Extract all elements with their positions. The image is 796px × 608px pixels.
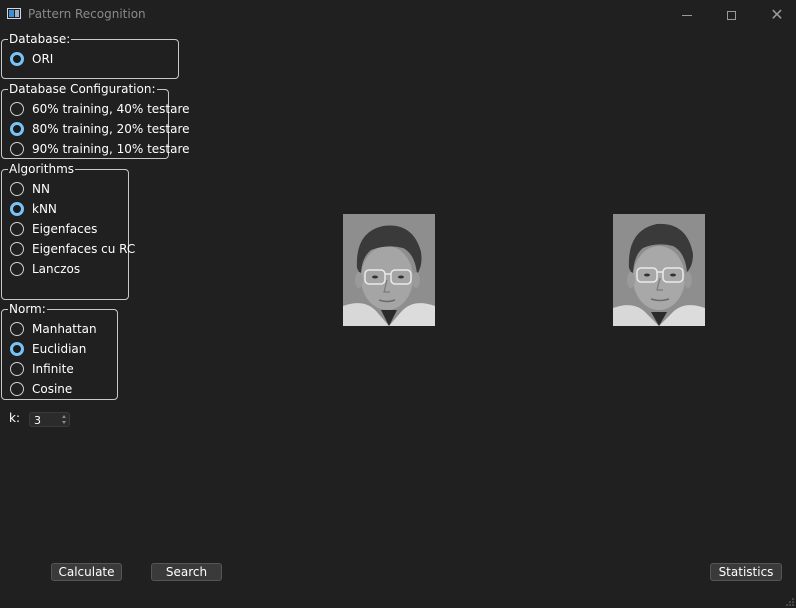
radio-button[interactable]: [10, 142, 24, 156]
close-button[interactable]: ✕: [754, 0, 796, 30]
title-bar: Pattern Recognition ✕: [0, 0, 796, 30]
radio-norm-manhattan[interactable]: Manhattan: [10, 319, 97, 339]
radio-label: Eigenfaces: [32, 222, 98, 236]
result-face-image: [613, 214, 705, 326]
radio-button-checked[interactable]: [10, 342, 24, 356]
radio-label: ORI: [32, 52, 54, 66]
norm-group: Norm: Manhattan Euclidian Infinite Cosin…: [1, 302, 118, 400]
radio-label: Cosine: [32, 382, 73, 396]
radio-config-60-40[interactable]: 60% training, 40% testare: [10, 99, 190, 119]
radio-label: Euclidian: [32, 342, 87, 356]
k-spinbox[interactable]: 3: [29, 412, 70, 427]
norm-group-title: Norm:: [8, 302, 47, 316]
radio-label: 90% training, 10% testare: [32, 142, 190, 156]
radio-button-checked[interactable]: [10, 122, 24, 136]
radio-norm-cosine[interactable]: Cosine: [10, 379, 72, 399]
radio-button[interactable]: [10, 222, 24, 236]
radio-button[interactable]: [10, 102, 24, 116]
minimize-icon: [682, 14, 692, 16]
radio-button-checked[interactable]: [10, 202, 24, 216]
radio-norm-euclidian[interactable]: Euclidian: [10, 339, 86, 359]
maximize-icon: [726, 10, 736, 20]
radio-label: NN: [32, 182, 50, 196]
algorithms-group-title: Algorithms: [8, 162, 76, 176]
app-icon: [7, 8, 21, 19]
close-icon: ✕: [770, 5, 784, 24]
window-title: Pattern Recognition: [28, 7, 146, 21]
radio-algorithm-eigenfaces[interactable]: Eigenfaces: [10, 219, 97, 239]
radio-algorithm-lanczos[interactable]: Lanczos: [10, 259, 80, 279]
radio-label: 60% training, 40% testare: [32, 102, 190, 116]
radio-algorithm-knn[interactable]: kNN: [10, 199, 57, 219]
radio-label: kNN: [32, 202, 57, 216]
radio-label: Manhattan: [32, 322, 97, 336]
radio-config-80-20[interactable]: 80% training, 20% testare: [10, 119, 190, 139]
algorithms-group: Algorithms NN kNN Eigenfaces Eigenfaces …: [1, 162, 135, 300]
database-config-group: Database Configuration: 60% training, 40…: [1, 82, 190, 159]
radio-algorithm-nn[interactable]: NN: [10, 179, 50, 199]
k-label: k:: [9, 411, 20, 425]
radio-config-90-10[interactable]: 90% training, 10% testare: [10, 139, 190, 159]
radio-label: Infinite: [32, 362, 74, 376]
database-group: Database: ORI: [1, 32, 179, 79]
k-value[interactable]: 3: [34, 414, 41, 427]
config-group-title: Database Configuration:: [8, 82, 157, 96]
radio-label: Lanczos: [32, 262, 81, 276]
search-button[interactable]: Search: [151, 563, 222, 581]
spin-up-icon[interactable]: [62, 415, 66, 418]
radio-button[interactable]: [10, 262, 24, 276]
database-group-title: Database:: [8, 32, 72, 46]
spin-down-icon[interactable]: [62, 421, 66, 424]
radio-button-checked[interactable]: [10, 52, 24, 66]
radio-norm-infinite[interactable]: Infinite: [10, 359, 74, 379]
spin-arrows[interactable]: [62, 415, 66, 424]
radio-button[interactable]: [10, 242, 24, 256]
radio-database-ori[interactable]: ORI: [10, 49, 53, 69]
radio-label: Eigenfaces cu RC: [32, 242, 136, 256]
resize-grip-icon[interactable]: [786, 598, 794, 606]
calculate-button[interactable]: Calculate: [51, 563, 122, 581]
query-face-image: [343, 214, 435, 326]
radio-button[interactable]: [10, 362, 24, 376]
radio-algorithm-eigenfaces-rc[interactable]: Eigenfaces cu RC: [10, 239, 135, 259]
radio-button[interactable]: [10, 182, 24, 196]
radio-button[interactable]: [10, 382, 24, 396]
radio-label: 80% training, 20% testare: [32, 122, 190, 136]
maximize-button[interactable]: [708, 0, 754, 30]
radio-button[interactable]: [10, 322, 24, 336]
minimize-button[interactable]: [664, 0, 710, 30]
statistics-button[interactable]: Statistics: [710, 563, 782, 581]
